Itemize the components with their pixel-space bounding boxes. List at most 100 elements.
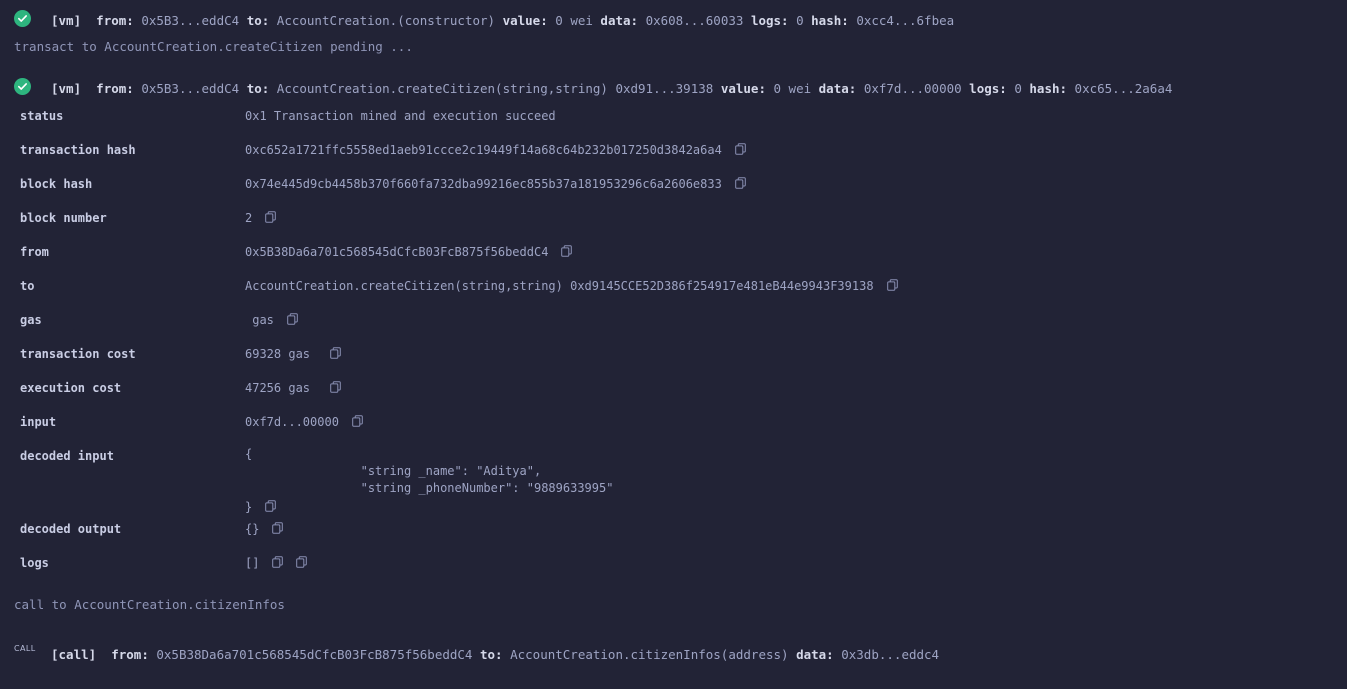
transaction-details-table: status 0x1 Transaction mined and executio… [0,105,1347,586]
log-line-constructor: [vm] from: 0x5B3...eddC4 to: AccountCrea… [51,10,954,32]
copy-icon[interactable] [272,556,284,568]
decoded-input-close-brace: } [245,500,253,514]
log-value: 0xf7d...00000 [863,81,970,96]
table-row: execution cost 47256 gas [0,377,1347,411]
copy-icon[interactable] [272,522,284,534]
log-line-create-citizen: [vm] from: 0x5B3...eddC4 to: AccountCrea… [51,78,1172,100]
table-row: block hash 0x74e445d9cb4458b370f660fa732d… [0,173,1347,207]
log-value: 0 wei [555,13,601,28]
table-row: from 0x5B38Da6a701c568545dCfcB03FcB875f56… [0,241,1347,275]
detail-label: decoded input [20,449,114,463]
log-value: 0x5B3...eddC4 [141,13,247,28]
detail-value-row: 2 [245,207,1347,229]
copy-icon[interactable] [296,556,308,568]
log-key: from: [103,647,157,662]
copy-icon[interactable] [886,279,898,291]
detail-value-row: AccountCreation.createCitizen(string,str… [245,275,1347,297]
log-line-citizen-infos: [call] from: 0x5B38Da6a701c568545dCfcB03… [51,644,939,666]
table-row: decoded input { "string _name": "Aditya",… [0,445,1347,518]
call-status-line: call to AccountCreation.citizenInfos [14,597,285,612]
table-row: transaction cost 69328 gas [0,343,1347,377]
log-key: [vm] [51,13,89,28]
detail-value-text: 47256 gas [245,381,318,395]
detail-value-row: gas [245,309,1347,331]
log-entry-create-citizen[interactable]: [vm] from: 0x5B3...eddC4 to: AccountCrea… [0,78,1347,100]
detail-value-row: 0x1 Transaction mined and execution succ… [245,105,1347,127]
log-value: AccountCreation.createCitizen(string,str… [276,81,721,96]
log-key: value: [720,81,774,96]
detail-value-row: 69328 gas [245,343,1347,365]
log-value: 0 wei [773,81,819,96]
log-key: [vm] [51,81,89,96]
detail-label: transaction hash [20,143,136,157]
detail-value: 0x5B38Da6a701c568545dCfcB03FcB875f56bedd… [245,241,1347,275]
log-key: data: [818,81,864,96]
copy-icon[interactable] [330,381,342,393]
detail-value: AccountCreation.createCitizen(string,str… [245,275,1347,309]
log-value: 0x5B38Da6a701c568545dCfcB03FcB875f56bedd… [156,647,480,662]
detail-value-text: 0x74e445d9cb4458b370f660fa732dba99216ec8… [245,177,722,191]
table-row: decoded output {} [0,518,1347,552]
table-row: to AccountCreation.createCitizen(string,s… [0,275,1347,309]
detail-label: block number [20,211,107,225]
log-key: to: [246,81,277,96]
copy-icon[interactable] [352,415,363,427]
table-row: gas gas [0,309,1347,343]
detail-value: {} [245,518,1347,552]
check-circle-icon [14,78,31,95]
log-key: [call] [51,647,104,662]
decoded-input-line: { [245,447,253,461]
log-key: from: [88,13,142,28]
copy-icon[interactable] [265,211,277,223]
detail-value-text: [] [245,556,260,570]
table-row: logs [] [0,552,1347,586]
log-value: 0x3db...eddc4 [841,647,940,662]
detail-value: 0xc652a1721ffc5558ed1aeb91ccce2c19449f14… [245,139,1347,173]
detail-value-row: {} [245,518,1347,540]
copy-icon[interactable] [735,177,746,189]
log-key: to: [479,647,511,662]
detail-label: to [20,279,35,293]
table-row: status 0x1 Transaction mined and executio… [0,105,1347,139]
copy-icon[interactable] [287,313,298,325]
detail-label: decoded output [20,522,122,536]
detail-value-text: 0xf7d...00000 [245,415,339,429]
detail-value: 47256 gas [245,377,1347,411]
detail-label: status [20,109,64,123]
detail-value: [] [245,552,1347,586]
detail-value-text: {} [245,522,260,536]
log-entry-constructor[interactable]: [vm] from: 0x5B3...eddC4 to: AccountCrea… [0,0,1347,32]
detail-label: execution cost [20,381,122,395]
log-key: logs: [750,13,797,28]
detail-value: 2 [245,207,1347,241]
decoded-input-close-line: } [245,496,1347,518]
detail-value: { "string _name": "Aditya", "string _pho… [245,445,1347,518]
detail-value-text: 0x5B38Da6a701c568545dCfcB03FcB875f56bedd… [245,245,549,259]
log-key: logs: [969,81,1015,96]
log-key: data: [796,647,842,662]
copy-icon[interactable] [735,143,746,155]
detail-label: transaction cost [20,347,136,361]
log-key: data: [600,13,646,28]
log-key: value: [502,13,556,28]
detail-label: gas [20,313,42,327]
detail-value-row: [] [245,552,1347,574]
log-key: hash: [1029,81,1075,96]
copy-icon[interactable] [265,500,277,512]
detail-value-row: 0xf7d...00000 [245,411,1347,433]
table-row: input 0xf7d...00000 [0,411,1347,445]
log-entry-citizen-infos-call[interactable]: CALL [call] from: 0x5B38Da6a701c568545dC… [0,644,1347,666]
detail-value-text: 69328 gas [245,347,318,361]
copy-icon[interactable] [330,347,342,359]
call-badge: CALL [14,644,36,653]
detail-value: gas [245,309,1347,343]
detail-value-text: gas [245,313,274,327]
decoded-input-block: { "string _name": "Aditya", "string _pho… [245,445,1347,518]
detail-value-text: AccountCreation.createCitizen(string,str… [245,279,874,293]
log-value: 0x5B3...eddC4 [141,81,247,96]
detail-value-text: 0x1 Transaction mined and execution succ… [245,109,556,123]
detail-label: block hash [20,177,93,191]
copy-icon[interactable] [561,245,573,257]
remix-terminal-panel: [vm] from: 0x5B3...eddC4 to: AccountCrea… [0,0,1347,689]
detail-value-row: 0xc652a1721ffc5558ed1aeb91ccce2c19449f14… [245,139,1347,161]
